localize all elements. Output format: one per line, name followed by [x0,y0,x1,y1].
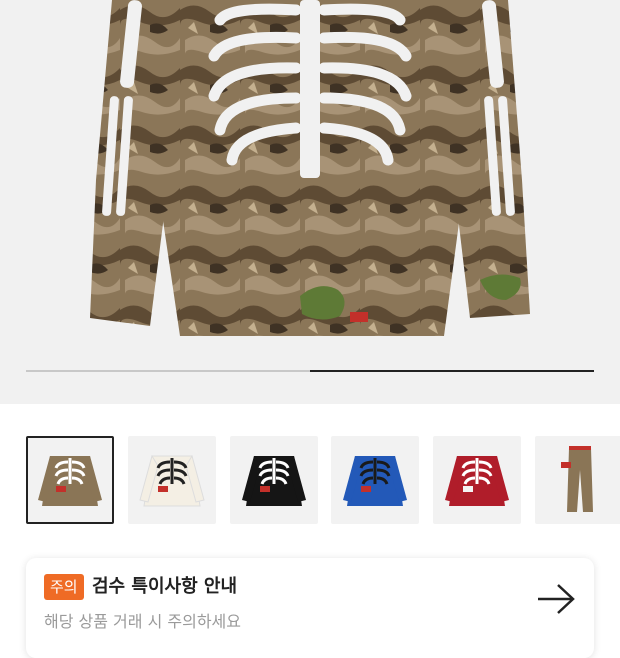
notice-subtitle: 해당 상품 거래 시 주의하세요 [44,612,241,631]
product-main-image [90,0,530,336]
thumbnail-5[interactable] [433,436,521,524]
thumbnail-6[interactable] [535,436,620,524]
slide-progress-bar [26,370,594,372]
caution-badge: 주의 [44,574,84,600]
thumbnail-2-image [139,454,205,507]
thumbnail-4[interactable] [331,436,419,524]
thumbnail-3-image [242,456,306,506]
thumbnail-5-image [445,456,509,506]
notice-title: 검수 특이사항 안내 [92,576,238,597]
thumbnail-strip [0,404,620,544]
slide-progress-fill [310,370,594,372]
thumbnail-2[interactable] [128,436,216,524]
thumbnail-1-image [38,456,102,506]
arrow-right-icon[interactable] [536,582,576,616]
thumbnail-6-image [561,446,593,512]
thumbnail-3[interactable] [230,436,318,524]
thumbnail-1[interactable] [26,436,114,524]
product-image-carousel[interactable] [0,0,620,404]
inspection-notice-card[interactable]: 주의 검수 특이사항 안내 해당 상품 거래 시 주의하세요 [26,558,594,658]
thumbnail-4-image [343,456,407,506]
